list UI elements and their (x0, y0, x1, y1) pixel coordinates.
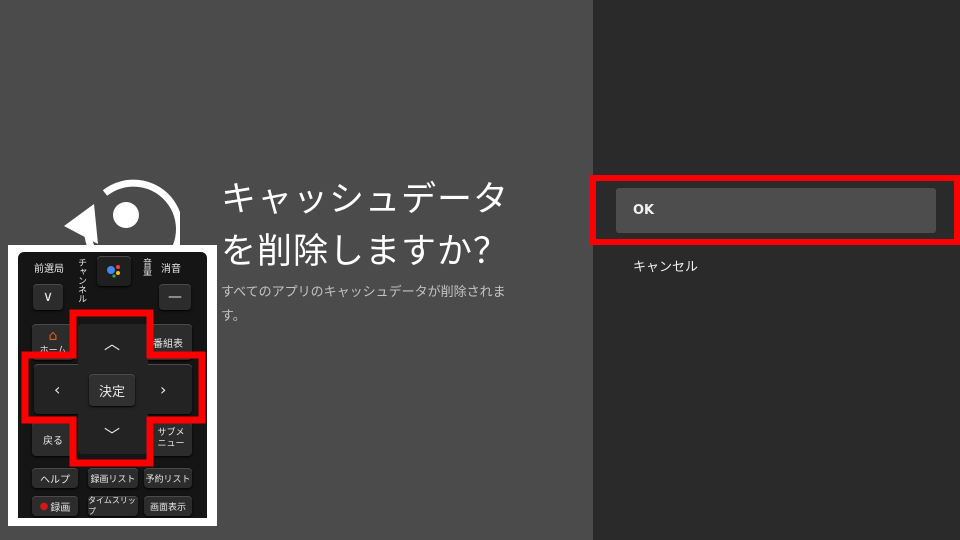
dialog-description: すべてのアプリのキャッシュデータが削除されま す。 (221, 281, 541, 329)
remote-enter-label: 決定 (98, 384, 125, 400)
remote-sub-menu-label: サブメニュー (157, 428, 185, 449)
remote-help-button: ヘルプ (32, 468, 78, 488)
home-icon: ⌂ (48, 327, 58, 344)
minus-icon: — (159, 284, 191, 310)
dialog-title-line: を削除しますか？ (221, 232, 510, 272)
chevron-up-icon: ︿ (104, 334, 121, 353)
cancel-option-label: キャンセル (633, 259, 699, 275)
remote-reservation-list-button: 予約リスト (144, 468, 192, 488)
remote-program-guide-label: 番組表 (153, 338, 183, 350)
remote-sub-menu-button: サブメニュー (150, 422, 192, 456)
remote-reservation-list-label: 予約リスト (145, 474, 191, 485)
dialog-description-line: す。 (221, 309, 246, 324)
remote-home-button: ⌂ ホーム (32, 324, 74, 360)
remote-channel-label: チャンネル (76, 258, 86, 303)
remote-volume-label: 音量 (141, 258, 151, 276)
remote-record-button: ● 録画 (32, 496, 78, 516)
remote-time-slip-button: タイムスリップ (88, 496, 138, 516)
record-dot-icon: ● (39, 500, 49, 512)
dialog-title-line: キャッシュデータ (221, 180, 510, 220)
remote-time-slip-label: タイムスリップ (88, 496, 136, 516)
dialog-title: キャッシュデータ を削除しますか？ (221, 174, 541, 278)
ok-highlight-frame (590, 175, 960, 245)
remote-screen-display-label: 画面表示 (149, 502, 186, 513)
dialog-description-line: すべてのアプリのキャッシュデータが削除されま (221, 285, 506, 300)
assistant-icon (97, 256, 131, 286)
remote-back-button: 戻る (32, 422, 74, 456)
remote-program-guide-button: 番組表 (144, 324, 192, 360)
chevron-right-icon: › (160, 380, 167, 399)
chevron-down-icon: ∨ (33, 284, 63, 310)
cancel-option[interactable]: キャンセル (616, 244, 936, 286)
remote-screen-display-button: 画面表示 (144, 496, 192, 516)
remote-prev-station-label: 前選局 (34, 264, 64, 275)
remote-help-label: ヘルプ (40, 474, 70, 486)
remote-recording-list-button: 録画リスト (88, 468, 138, 488)
chevron-down-icon: ﹀ (104, 426, 121, 445)
remote-image: 前選局 ∨ チャンネル 音量 消音 — ⌂ ホーム 番組表 ︿ ﹀ ‹ › 決定… (18, 252, 207, 518)
remote-mute-label: 消音 (161, 264, 181, 275)
remote-back-label: 戻る (43, 435, 63, 447)
remote-enter-button: 決定 (89, 374, 135, 406)
remote-recording-list-label: 録画リスト (90, 474, 136, 485)
remote-home-label: ホーム (39, 345, 67, 356)
chevron-left-icon: ‹ (54, 380, 61, 399)
remote-record-label: 録画 (50, 502, 71, 514)
